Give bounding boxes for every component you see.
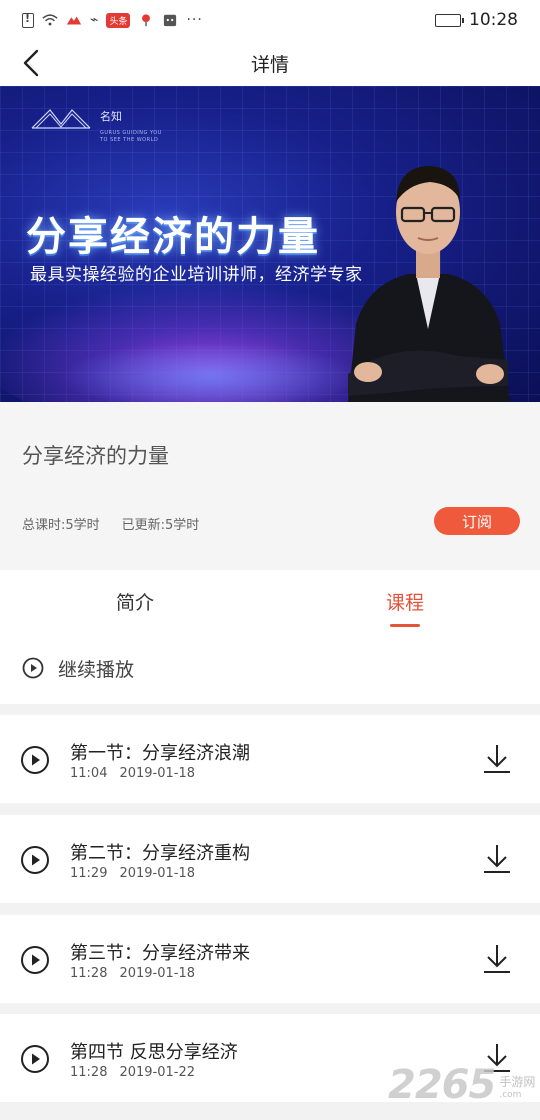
news-badge: 头条 <box>106 12 131 28</box>
play-circle-icon[interactable] <box>20 1044 50 1074</box>
course-banner: 名知 GURUS GUIDING YOU TO SEE THE WORLD 分享… <box>0 86 540 402</box>
tab-bar: 简介 课程 <box>0 570 540 632</box>
watermark-site-name: 手游网 <box>499 1075 536 1089</box>
back-button[interactable] <box>14 46 48 80</box>
updated-hours: 已更新:5学时 <box>121 518 200 533</box>
play-circle-icon[interactable] <box>20 845 50 875</box>
more-icon: ··· <box>186 12 203 28</box>
lesson-item[interactable]: 第一节：分享经济浪潮 11:04 2019-01-18 <box>0 715 540 803</box>
lesson-date: 2019-01-18 <box>119 766 196 781</box>
usb-icon: ⌁ <box>90 12 99 28</box>
lesson-meta: 11:04 2019-01-18 <box>70 766 195 781</box>
play-circle-icon <box>22 657 44 679</box>
clock: 10:28 <box>469 10 518 30</box>
course-info: 分享经济的力量 总课时:5学时 已更新:5学时 订阅 <box>0 402 540 570</box>
lesson-duration: 11:28 <box>70 966 108 981</box>
course-meta: 总课时:5学时 已更新:5学时 <box>22 514 199 533</box>
banner-subheadline: 最具实操经验的企业培训讲师，经济学专家 <box>30 265 363 285</box>
brand-name: 名知 <box>100 110 122 123</box>
download-icon[interactable] <box>482 743 512 775</box>
lesson-title: 第四节 反思分享经济 <box>70 1042 238 1063</box>
tab-intro[interactable]: 简介 <box>116 588 154 615</box>
lesson-title: 第二节：分享经济重构 <box>70 843 250 864</box>
nav-bar: 详情 <box>0 40 540 86</box>
sim-alert-icon <box>22 12 34 28</box>
lesson-date: 2019-01-18 <box>119 966 196 981</box>
wifi-icon <box>42 14 58 26</box>
lesson-meta: 11:28 2019-01-18 <box>70 966 195 981</box>
lesson-item[interactable]: 第三节：分享经济带来 11:28 2019-01-18 <box>0 915 540 1003</box>
lesson-duration: 11:04 <box>70 766 108 781</box>
status-icons-left: ⌁ 头条 ··· <box>22 12 203 28</box>
lesson-duration: 11:29 <box>70 866 108 881</box>
continue-play-label: 继续播放 <box>58 658 135 681</box>
lesson-meta: 11:28 2019-01-22 <box>70 1065 195 1080</box>
active-tab-indicator <box>390 624 420 627</box>
download-icon[interactable] <box>482 843 512 875</box>
lesson-meta: 11:29 2019-01-18 <box>70 866 195 881</box>
continue-play-button[interactable]: 继续播放 <box>0 632 540 704</box>
lesson-duration: 11:28 <box>70 1065 108 1080</box>
lesson-title: 第一节：分享经济浪潮 <box>70 743 250 764</box>
subscribe-button[interactable]: 订阅 <box>434 507 520 535</box>
pin-icon <box>142 14 151 27</box>
watermark-number: 2265 <box>388 1062 496 1108</box>
tab-course[interactable]: 课程 <box>386 588 424 615</box>
app-cat-icon <box>164 14 177 27</box>
banner-headline: 分享经济的力量 <box>26 214 320 260</box>
page-title: 详情 <box>250 53 289 76</box>
watermark-url: .com <box>499 1090 522 1100</box>
lesson-date: 2019-01-22 <box>119 1065 196 1080</box>
brand-tagline: GURUS GUIDING YOU TO SEE THE WORLD <box>100 130 162 143</box>
download-icon[interactable] <box>482 943 512 975</box>
lecturer-photo <box>348 166 510 402</box>
mountain-icon <box>66 16 82 25</box>
play-circle-icon[interactable] <box>20 945 50 975</box>
total-hours: 总课时:5学时 <box>22 518 100 533</box>
status-bar: ⌁ 头条 ··· 10:28 <box>0 0 540 40</box>
back-arrow-icon <box>23 49 39 77</box>
lesson-item[interactable]: 第二节：分享经济重构 11:29 2019-01-18 <box>0 815 540 903</box>
banner-brand: 名知 GURUS GUIDING YOU TO SEE THE WORLD <box>30 106 170 144</box>
book-logo-icon <box>31 109 91 129</box>
battery-icon <box>435 13 464 27</box>
site-watermark: 2265 手游网 .com <box>388 1062 535 1108</box>
course-title: 分享经济的力量 <box>22 444 169 468</box>
lesson-date: 2019-01-18 <box>119 866 196 881</box>
play-circle-icon[interactable] <box>20 745 50 775</box>
lesson-title: 第三节：分享经济带来 <box>70 943 250 964</box>
